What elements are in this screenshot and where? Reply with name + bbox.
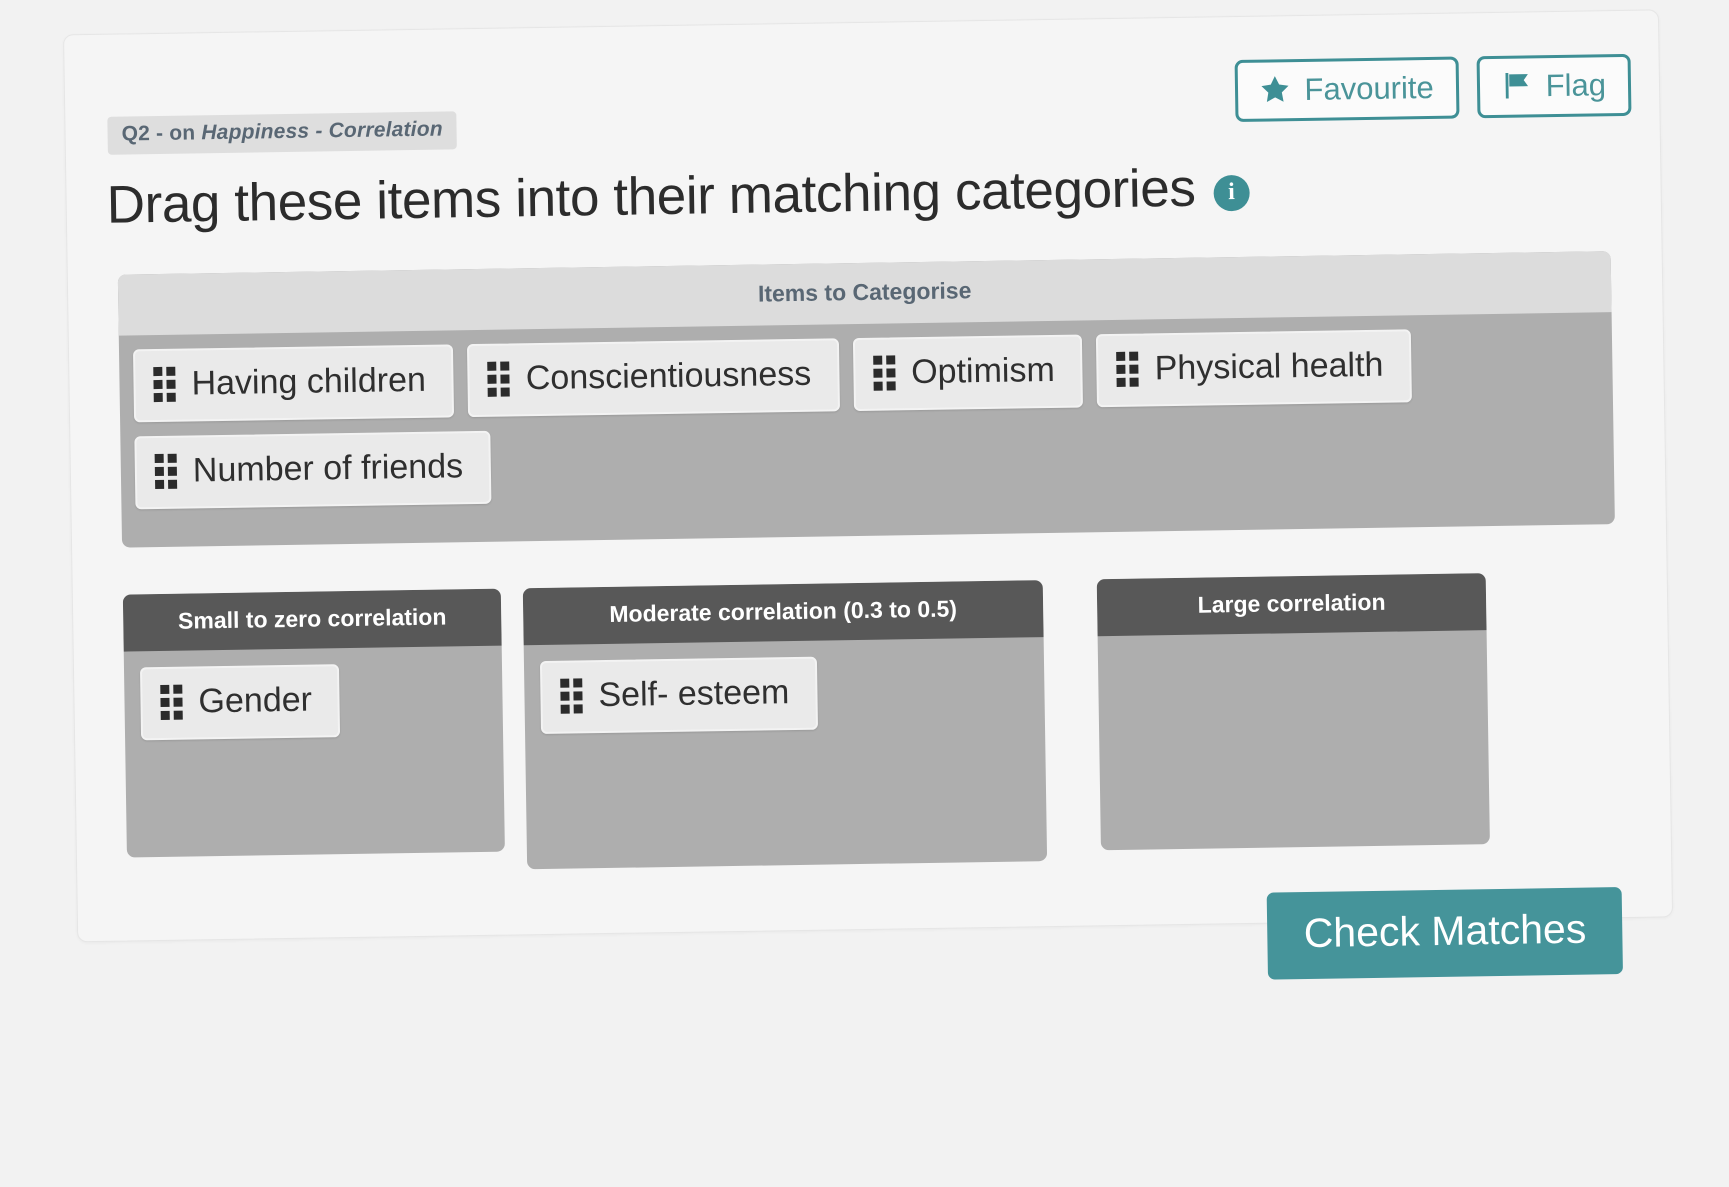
items-pool: Items to Categorise Having children Cons… xyxy=(117,251,1615,548)
page-title: Drag these items into their matching cat… xyxy=(106,158,1196,235)
item-label: Optimism xyxy=(910,350,1056,392)
items-pool-body[interactable]: Having children Conscientiousness Optimi… xyxy=(119,312,1615,547)
item-label: Physical health xyxy=(1154,345,1384,388)
flag-button[interactable]: Flag xyxy=(1476,53,1632,119)
question-card: Q2 - on Happiness - Correlation Favourit… xyxy=(63,9,1674,980)
item-label: Having children xyxy=(191,360,427,403)
item-label: Self- esteem xyxy=(598,673,790,715)
drag-handle-icon[interactable] xyxy=(872,355,896,391)
question-tag: Q2 - on Happiness - Correlation xyxy=(107,111,458,155)
category-dropzone[interactable] xyxy=(1098,630,1490,850)
draggable-item[interactable]: Having children xyxy=(132,344,455,423)
item-label: Gender xyxy=(198,680,313,721)
question-tag-prefix: Q2 - on xyxy=(121,121,202,146)
page-title-row: Drag these items into their matching cat… xyxy=(106,157,1250,236)
info-icon[interactable]: i xyxy=(1213,174,1250,211)
category-heading: Moderate correlation (0.3 to 0.5) xyxy=(522,580,1044,646)
favourite-label: Favourite xyxy=(1304,69,1434,107)
draggable-item[interactable]: Optimism xyxy=(852,334,1084,412)
category-zone-moderate[interactable]: Moderate correlation (0.3 to 0.5) Self- … xyxy=(522,580,1048,870)
draggable-item[interactable]: Self- esteem xyxy=(539,656,818,735)
drag-handle-icon[interactable] xyxy=(160,684,183,720)
draggable-item[interactable]: Gender xyxy=(139,664,341,741)
favourite-button[interactable]: Favourite xyxy=(1235,56,1460,123)
flag-icon xyxy=(1499,68,1534,103)
drag-handle-icon[interactable] xyxy=(487,361,511,397)
category-zone-small-to-zero[interactable]: Small to zero correlation Gender xyxy=(122,588,505,858)
category-zones: Small to zero correlation Gender Moderat… xyxy=(122,571,1620,875)
check-matches-button[interactable]: Check Matches xyxy=(1267,887,1623,980)
flag-label: Flag xyxy=(1545,66,1607,103)
drag-handle-icon[interactable] xyxy=(1116,351,1139,387)
question-tag-topic: Happiness - Correlation xyxy=(201,117,443,145)
drag-handle-icon[interactable] xyxy=(153,366,176,403)
drag-handle-icon[interactable] xyxy=(560,678,583,714)
category-dropzone[interactable]: Self- esteem xyxy=(524,637,1047,869)
category-heading: Small to zero correlation xyxy=(122,588,502,652)
item-label: Conscientiousness xyxy=(525,354,812,398)
category-heading: Large correlation xyxy=(1096,573,1487,637)
drag-handle-icon[interactable] xyxy=(154,453,178,490)
item-label: Number of friends xyxy=(192,447,464,490)
category-zone-large[interactable]: Large correlation xyxy=(1096,573,1490,851)
draggable-item[interactable]: Number of friends xyxy=(134,430,492,510)
page-rotation-wrapper: Q2 - on Happiness - Correlation Favourit… xyxy=(0,0,1729,1187)
category-dropzone[interactable]: Gender xyxy=(124,646,505,858)
star-icon xyxy=(1258,72,1293,107)
draggable-item[interactable]: Physical health xyxy=(1096,329,1412,408)
draggable-item[interactable]: Conscientiousness xyxy=(467,338,840,418)
header-actions: Favourite Flag xyxy=(1235,53,1632,123)
